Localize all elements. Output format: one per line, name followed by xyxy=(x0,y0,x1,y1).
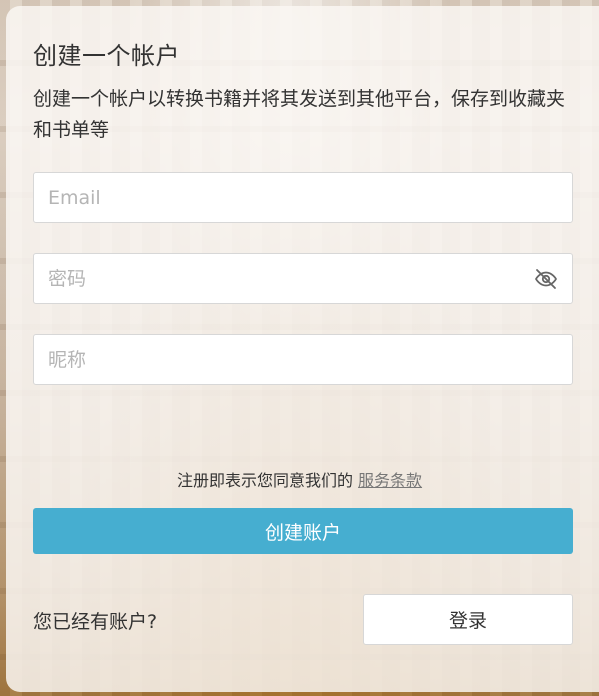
page-title: 创建一个帐户 xyxy=(33,42,180,70)
email-input[interactable] xyxy=(34,173,572,222)
nickname-field[interactable] xyxy=(33,334,573,385)
create-account-button[interactable]: 创建账户 xyxy=(33,508,573,554)
password-field[interactable] xyxy=(33,253,573,304)
terms-prefix: 注册即表示您同意我们的 xyxy=(176,471,353,490)
have-account-label: 您已经有账户? xyxy=(33,611,158,633)
login-button[interactable]: 登录 xyxy=(363,594,573,645)
terms-text: 注册即表示您同意我们的 服务条款 xyxy=(0,467,599,491)
email-field[interactable] xyxy=(33,172,573,223)
password-input[interactable] xyxy=(34,254,572,303)
eye-off-icon[interactable] xyxy=(534,267,558,291)
nickname-input[interactable] xyxy=(34,335,572,384)
terms-of-service-link[interactable]: 服务条款 xyxy=(358,471,422,490)
page-subtitle: 创建一个帐户以转换书籍并将其发送到其他平台，保存到收藏夹和书单等 xyxy=(33,88,566,141)
